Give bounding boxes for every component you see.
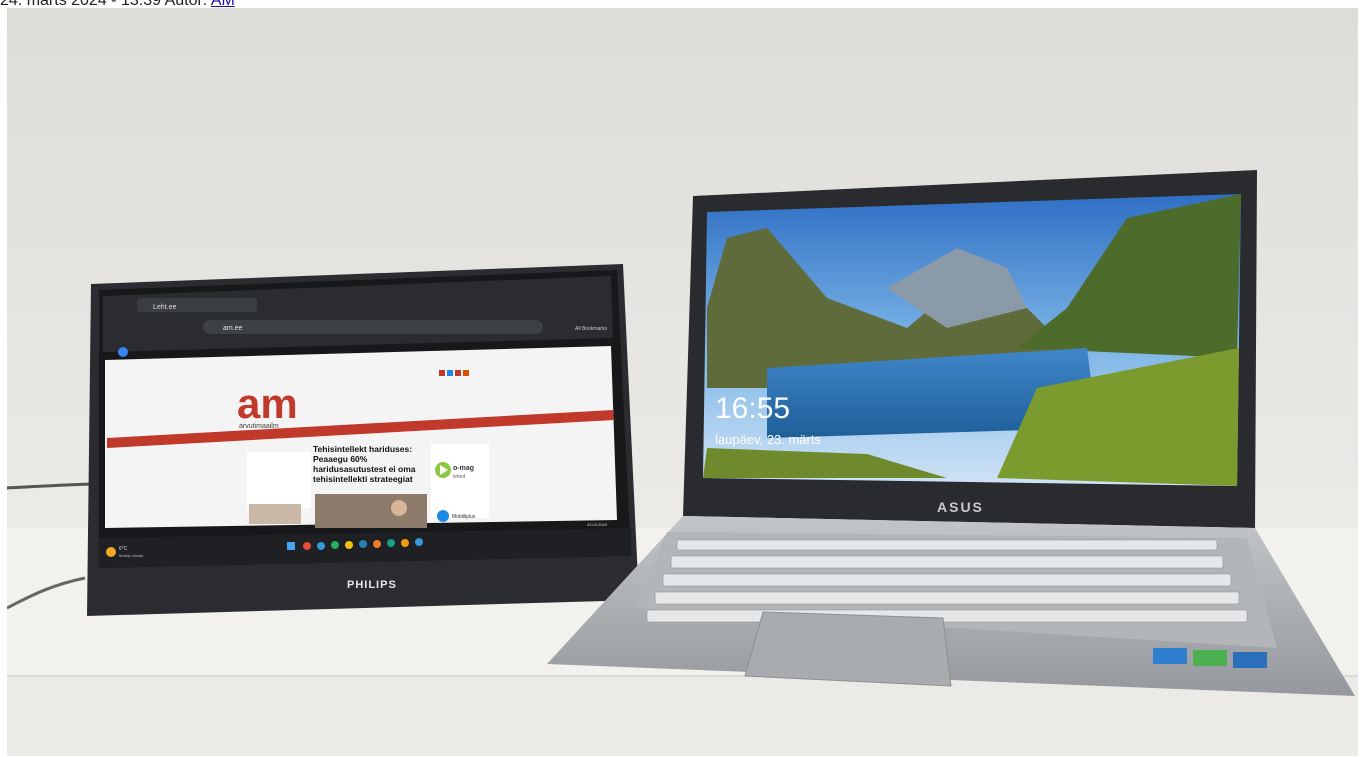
taskbar-clock-date: 23.03.2024: [587, 522, 608, 527]
portable-monitor: Leht.ee am.ee All Bookmarks am arvutimaa…: [87, 264, 639, 616]
taskbar-weather-desc: Mostly cloudy: [119, 553, 143, 558]
lockscreen-date: laupäev, 23. märts: [715, 432, 821, 447]
side-link: Mobiiliplus: [452, 514, 476, 520]
ad-sub: lehed: [453, 474, 465, 480]
laptop-brand: ASUS: [937, 499, 984, 515]
ad-label: o-mag: [453, 465, 474, 472]
browser-address: am.ee: [223, 325, 243, 332]
browser-tab-title: Leht.ee: [153, 304, 176, 311]
site-headline: Tehisintellekt hariduses: Peaaegu 60% ha…: [313, 444, 416, 484]
taskbar-weather-temp: 6°C: [119, 546, 128, 552]
article-photo: Leht.ee am.ee All Bookmarks am arvutimaa…: [7, 8, 1358, 756]
article-time: 13:39: [121, 0, 161, 8]
article-date: 24. märts 2024: [0, 0, 107, 8]
site-logo: am: [237, 380, 298, 427]
author-link[interactable]: AM: [211, 0, 235, 8]
monitor-brand: PHILIPS: [347, 579, 397, 591]
taskbar-clock-time: 14:51: [591, 516, 602, 521]
browser-bookmarks: All Bookmarks: [575, 326, 607, 332]
meta-separator: -: [107, 0, 121, 8]
lockscreen-time: 16:55: [715, 392, 790, 425]
author-label: Autor:: [165, 0, 208, 8]
article-meta: 24. märts 2024 - 13:39 Autor: AM: [0, 0, 600, 8]
